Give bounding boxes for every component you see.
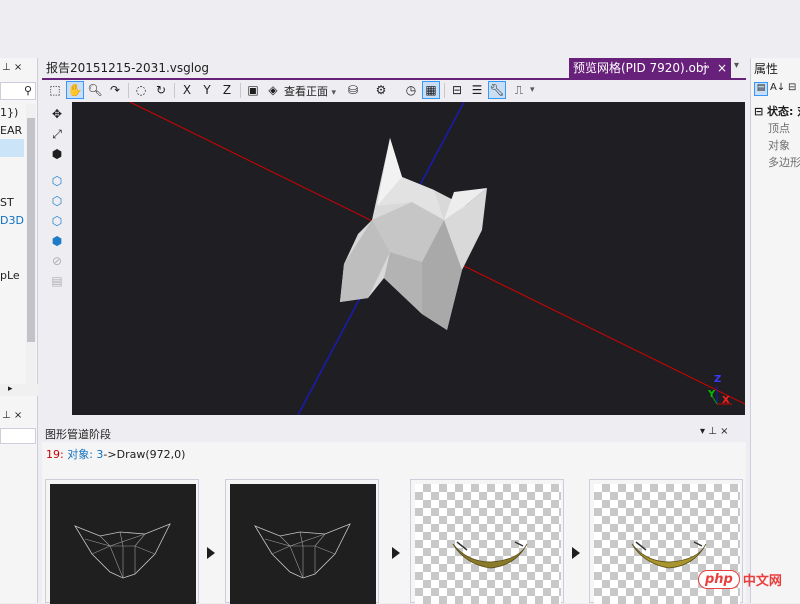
orbit-icon[interactable]: ◌ [132,81,150,99]
left-list-selected-row[interactable] [0,139,24,157]
wireframe-thumbnail [74,523,171,579]
search-icon[interactable]: ⚲ [24,84,32,97]
property-row-polygons[interactable]: 多边形 [768,154,800,170]
pin-icon[interactable]: ⊸ [701,58,709,78]
stage-thumbnail [230,484,376,604]
pipeline-stage-pixel-shader[interactable] [410,479,564,604]
cube-icon[interactable]: ⬡ [49,194,65,208]
left-bottom-pin-controls[interactable]: ⊥ × [2,410,22,421]
gizmo-y-label: Y [708,389,716,400]
properties-title: 属性 [754,62,779,76]
alphabetical-icon[interactable]: A↓ [770,82,785,93]
properties-section-header[interactable]: ⊟ 状态: 对 [754,103,800,119]
categorized-icon[interactable]: ▤ [754,82,768,96]
collapse-icon[interactable]: ⊟ [754,105,767,118]
select-icon[interactable]: ⬚ [46,81,64,99]
model-viewer-toolbar: ⬚ ✋ 🔍︎ ↷ ◌ ↻ X Y Z ▣ ◈ 查看正面 ▾ ⛁ ⚙ ◷ ▦ ⊟ … [42,80,746,102]
gizmo-z-label: Z [714,374,722,385]
grid-icon[interactable]: ▦ [422,81,440,99]
left-panel-pin-controls[interactable]: ⊥ × [2,62,22,73]
stage-arrow-icon [207,547,215,559]
watermark-text: 中文网 [742,574,782,589]
site-watermark: php 中文网 [698,570,782,589]
chevron-down-icon[interactable]: ▾ [530,85,535,95]
flip-x-icon[interactable]: X [178,81,196,99]
pan-icon[interactable]: ✋ [66,81,84,99]
zoom-icon[interactable]: 🔍︎ [86,81,104,99]
wrench-icon[interactable]: 🔧︎ [488,81,506,99]
disabled-tool-icon: ▤ [51,274,63,288]
tab-preview-mesh-label: 预览网格(PID 7920).obj [573,61,707,75]
left-search-input[interactable]: ⚲ [0,82,36,100]
chevron-down-icon: ▾ [331,88,337,98]
left-list-item[interactable]: D3D [0,214,24,227]
cube-icon[interactable]: ⬡ [49,214,65,228]
scrollbar-thumb[interactable] [27,118,35,342]
draw-call-line: 19: 对象: 3->Draw(972,0) [46,446,185,462]
properties-toolbar: ▤ A↓ ⊟ [752,80,800,100]
3d-viewport[interactable]: Z Y X [72,102,745,415]
left-vertical-scrollbar[interactable] [26,104,36,384]
rotate-icon[interactable]: ↷ [106,81,124,99]
stage-thumbnail [415,484,561,604]
toolbar-separator [444,83,445,98]
toolbar-separator [174,83,175,98]
left-horizontal-scrollbar[interactable]: ▸ [0,384,38,396]
stage-arrow-icon [572,547,580,559]
render-thumbnail [452,541,528,569]
disabled-tool-icon: ⊘ [51,254,63,268]
frame-icon[interactable]: ▣ [244,81,262,99]
toolbar-separator [240,83,241,98]
cube-rotate-icon[interactable]: ⬢ [49,147,65,161]
pipeline-panel-controls[interactable]: ▾ ⊥ × [700,426,728,437]
left-list-item[interactable]: pLe [0,269,20,282]
scale-icon[interactable]: ⤢ [49,127,65,141]
gizmo-x-label: X [722,395,730,406]
object-icon[interactable]: ◈ [264,81,282,99]
lighting-icon[interactable]: ⚙ [372,81,390,99]
stage-thumbnail [50,484,196,604]
pipeline-stage-input-assembler[interactable] [45,479,199,604]
tab-preview-mesh[interactable]: 预览网格(PID 7920).obj ⊸ × [569,58,731,78]
reset-icon[interactable]: ↻ [152,81,170,99]
left-list-item[interactable]: 1}) [0,106,18,119]
left-list-item[interactable]: ST [0,196,14,209]
property-pages-icon[interactable]: ⊟ [788,82,796,93]
watermark-logo: php [698,570,740,589]
mask-mesh [340,138,487,330]
property-row-object[interactable]: 对象 [768,137,790,153]
cube-solid-icon[interactable]: ⬢ [49,234,65,248]
move-icon[interactable]: ✥ [49,107,65,121]
view-front-dropdown[interactable]: 查看正面 ▾ [284,83,336,99]
stamp-icon[interactable]: ⎍ [510,81,528,99]
pipeline-stage-vertex-shader[interactable] [225,479,379,604]
wireframe-thumbnail [254,523,351,579]
view-front-label: 查看正面 [284,85,328,98]
scroll-right-icon[interactable]: ▸ [8,384,13,394]
scene-svg [129,102,745,415]
pipeline-panel-title: 图形管道阶段 [45,428,111,441]
left-bottom-input[interactable] [0,428,36,444]
cylinder-icon[interactable]: ⛁ [344,81,362,99]
event-number: 19: [46,448,64,461]
tab-dropdown-icon[interactable]: ▾ [734,60,739,71]
flip-y-icon[interactable]: Y [198,81,216,99]
property-row-vertices[interactable]: 顶点 [768,120,790,136]
tab-vsglog-report[interactable]: 报告20151215-2031.vsglog [42,58,212,78]
event-draw-call: ->Draw(972,0) [103,448,186,461]
history-icon[interactable]: ◷ [402,81,420,99]
close-icon[interactable]: × [717,58,727,78]
event-object-link[interactable]: 对象: 3 [67,448,103,461]
toolbar-separator [128,83,129,98]
list-icon[interactable]: ☰ [468,81,486,99]
left-list-item[interactable]: EAR [0,124,22,137]
stage-arrow-icon [392,547,400,559]
cube-icon[interactable]: ⬡ [49,174,65,188]
pipeline-panel-header [42,424,746,442]
side-tool-palette: ✥ ⤢ ⬢ ⬡ ⬡ ⬡ ⬢ ⊘ ▤ [42,102,72,415]
flip-z-icon[interactable]: Z [218,81,236,99]
toolbox-icon[interactable]: ⊟ [448,81,466,99]
